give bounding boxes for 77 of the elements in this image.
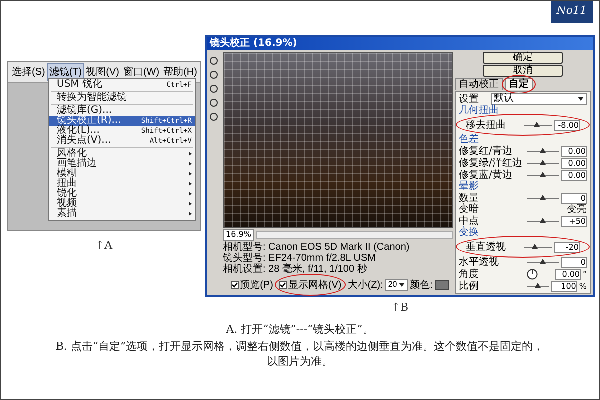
caret-icon xyxy=(399,283,406,287)
value-field[interactable]: -20 xyxy=(554,242,580,252)
section-title: 晕影 xyxy=(459,181,480,192)
slider-thumb[interactable] xyxy=(540,172,546,176)
dialog-title: 镜头校正 (16.9%) xyxy=(207,37,593,50)
camera-info-text: 相机设置: 28 毫米, f/11, 1/100 秒 xyxy=(223,264,368,275)
section-title: 色差 xyxy=(459,134,480,145)
slider-thumb[interactable] xyxy=(540,258,546,264)
checkbox[interactable] xyxy=(279,281,288,289)
slider-label: 修复绿/洋红边 xyxy=(459,158,524,168)
tab[interactable]: 自动校正 xyxy=(455,78,503,90)
scrollbar[interactable] xyxy=(256,231,453,239)
unit-label: ° xyxy=(583,270,587,278)
submenu-item[interactable]: 扭曲 xyxy=(49,179,195,189)
value-field[interactable]: +50 xyxy=(561,216,587,226)
camera-info-text: 镜头型号: EF24-70mm f/2.8L USM xyxy=(223,253,377,264)
slider-label: 修复红/青边 xyxy=(459,146,514,156)
slider-label: 比例 xyxy=(459,280,480,292)
range-end-label: 变暗 xyxy=(459,204,479,215)
value-field[interactable]: 0.00 xyxy=(561,170,587,180)
unit-label: % xyxy=(579,282,587,290)
size-dropdown[interactable]: 20 xyxy=(385,279,408,291)
slider-thumb[interactable] xyxy=(540,160,546,164)
slider-thumb[interactable] xyxy=(535,282,542,288)
slider-label: 水平透视 xyxy=(459,256,500,268)
slider-label: 修复蓝/黄边 xyxy=(459,170,514,180)
dialog-button[interactable]: 确定 xyxy=(483,52,563,64)
section-title: 几何扭曲 xyxy=(459,105,500,116)
menu-title[interactable]: 帮助(H) xyxy=(162,63,200,81)
slider-label: 垂直透视 xyxy=(466,242,507,252)
value-field[interactable]: 0 xyxy=(561,256,587,268)
angle-label: 角度 xyxy=(459,268,480,280)
menu-title[interactable]: 选择(S) xyxy=(10,63,48,81)
slider-label: 中点 xyxy=(459,216,480,226)
zoom-field[interactable]: 16.9% xyxy=(223,229,254,241)
settings-dropdown[interactable]: 默认 xyxy=(491,93,587,105)
figure-label: ↑B xyxy=(391,301,409,314)
section-title: 变换 xyxy=(459,227,480,238)
menu-item[interactable]: 转换为智能滤镜 xyxy=(49,93,195,103)
slider-label: 数量 xyxy=(459,192,480,204)
submenu-item[interactable]: 模糊 xyxy=(49,169,195,179)
value-field[interactable]: 0 xyxy=(561,192,587,204)
menu-title[interactable]: 窗口(W) xyxy=(121,63,162,81)
size-label: 大小(Z): xyxy=(348,278,384,292)
value-field[interactable]: 100 xyxy=(551,280,578,292)
submenu-item[interactable]: 视频 xyxy=(49,199,195,209)
dialog-button[interactable]: 取消 xyxy=(483,65,563,77)
range-end-label: 变亮 xyxy=(567,204,587,215)
submenu-item[interactable]: 锐化 xyxy=(49,189,195,199)
camera-info-text: 相机型号: Canon EOS 5D Mark II (Canon) xyxy=(223,242,411,253)
tab[interactable]: 自定 xyxy=(505,78,533,90)
value-field[interactable]: 0.00 xyxy=(561,146,587,156)
submenu-item[interactable]: 风格化 xyxy=(49,149,195,159)
slider-thumb[interactable] xyxy=(532,244,538,248)
angle-dial-icon[interactable] xyxy=(527,268,538,280)
submenu-item[interactable]: 画笔描边 xyxy=(49,159,195,169)
caption-text: A. 打开“滤镜”---“镜头校正”。 xyxy=(226,322,374,337)
value-field[interactable]: 0.00 xyxy=(555,268,581,280)
checkbox[interactable] xyxy=(231,281,240,289)
color-swatch[interactable] xyxy=(435,280,449,290)
slider-thumb[interactable] xyxy=(540,218,546,222)
color-label: 颜色: xyxy=(410,278,433,292)
checkbox-label: 预览(P) xyxy=(240,279,274,292)
caption-text: B. 点击“自定”选项，打开显示网格，调整右侧数值，以高楼的边侧垂直为准。这个数值不是固定的，以图片为准。 xyxy=(54,339,546,369)
caret-icon xyxy=(578,97,584,101)
value-field[interactable]: -8.00 xyxy=(554,120,580,130)
menu-item[interactable]: 滤镜库(G)... xyxy=(49,106,195,116)
settings-label: 设置 xyxy=(459,94,480,104)
checkbox-label: 显示网格(V) xyxy=(288,278,342,292)
slider-thumb[interactable] xyxy=(540,148,546,152)
slider-label: 移去扭曲 xyxy=(466,120,507,130)
slider-thumb[interactable] xyxy=(540,194,546,200)
slider-thumb[interactable] xyxy=(534,122,540,126)
page-number-badge: No11 xyxy=(550,1,593,23)
submenu-item[interactable]: 素描 xyxy=(49,209,195,219)
figure-label: ↑A xyxy=(95,239,113,252)
value-field[interactable]: 0.00 xyxy=(561,158,587,168)
